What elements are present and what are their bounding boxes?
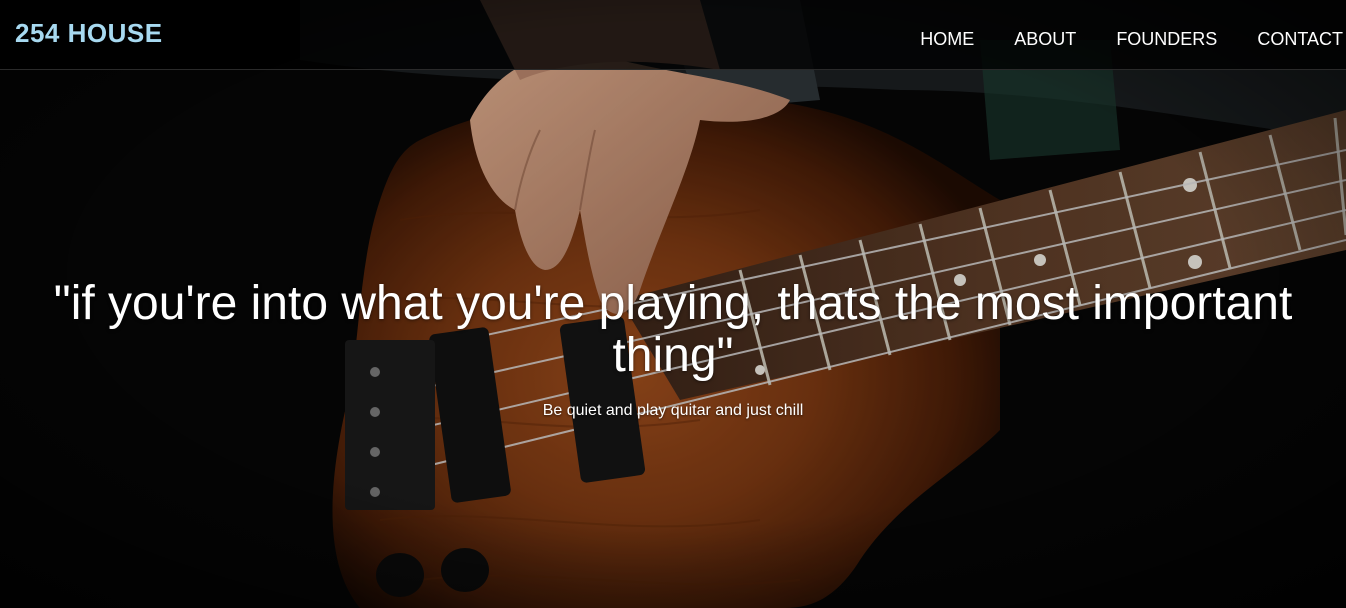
hero-subtitle: Be quiet and play quitar and just chill — [542, 402, 804, 419]
nav-links: HOME ABOUT FOUNDERS CONTACT — [880, 30, 1343, 48]
hero-quote: "if you're into what you're playing, tha… — [53, 277, 1293, 382]
hero-section: 254 HOUSE HOME ABOUT FOUNDERS CONTACT "i… — [0, 0, 1346, 608]
nav-link-home[interactable]: HOME — [920, 30, 974, 48]
nav-link-contact[interactable]: CONTACT — [1257, 30, 1343, 48]
hero-content: "if you're into what you're playing, tha… — [0, 278, 1346, 419]
navbar: 254 HOUSE HOME ABOUT FOUNDERS CONTACT — [0, 0, 1346, 70]
nav-link-about[interactable]: ABOUT — [1014, 30, 1076, 48]
brand-logo-link[interactable]: 254 HOUSE — [15, 20, 163, 46]
nav-link-founders[interactable]: FOUNDERS — [1116, 30, 1217, 48]
